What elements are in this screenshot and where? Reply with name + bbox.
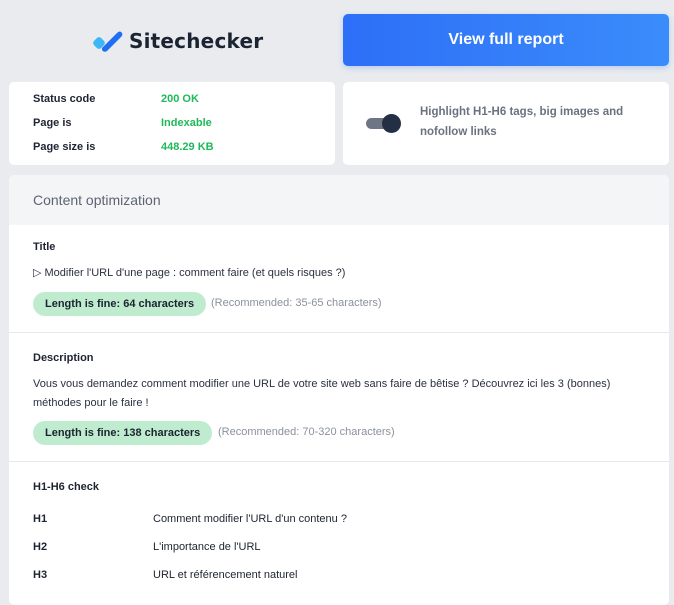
view-full-report-button[interactable]: View full report <box>343 14 669 66</box>
status-code-label: Status code <box>33 93 96 105</box>
heading-tag: H2 <box>33 541 48 553</box>
title-length-badge: Length is fine: 64 characters <box>33 292 207 316</box>
page-size-row: Page size is 448.29 KB <box>33 141 214 153</box>
indexable-value: Indexable <box>161 117 212 129</box>
description-length-badge: Length is fine: 138 characters <box>33 421 213 445</box>
sitechecker-logo-icon <box>93 31 123 52</box>
description-section-label: Description <box>33 352 94 364</box>
highlight-toggle[interactable] <box>366 114 402 133</box>
divider <box>9 461 669 462</box>
title-recommended: (Recommended: 35-65 characters) <box>211 297 382 309</box>
title-text: ▷ Modifier l'URL d'une page : comment fa… <box>33 267 346 279</box>
heading-row: H1 Comment modifier l'URL d'un contenu ? <box>33 513 347 525</box>
brand-name: Sitechecker <box>129 29 264 53</box>
heading-text: URL et référencement naturel <box>153 569 298 581</box>
heading-tag: H1 <box>33 513 48 525</box>
description-recommended: (Recommended: 70-320 characters) <box>218 426 395 438</box>
highlight-card: Highlight H1-H6 tags, big images and nof… <box>343 82 669 165</box>
highlight-toggle-label: Highlight H1-H6 tags, big images and nof… <box>420 106 624 138</box>
toggle-knob <box>382 114 401 133</box>
divider <box>9 332 669 333</box>
heading-text: Comment modifier l'URL d'un contenu ? <box>153 513 347 525</box>
heading-text: L'importance de l'URL <box>153 541 261 553</box>
page-size-value: 448.29 KB <box>161 141 214 153</box>
heading-tag: H3 <box>33 569 48 581</box>
content-optimization-card: Content optimization Title ▷ Modifier l'… <box>9 175 669 605</box>
page-size-label: Page size is <box>33 141 96 153</box>
status-card: Status code 200 OK Page is Indexable Page … <box>9 82 335 165</box>
content-optimization-heading: Content optimization <box>9 175 669 225</box>
indexable-row: Page is Indexable <box>33 117 212 129</box>
sitechecker-logo[interactable]: Sitechecker <box>93 26 263 56</box>
status-code-value: 200 OK <box>161 93 199 105</box>
heading-row: H2 L'importance de l'URL <box>33 541 261 553</box>
status-code-row: Status code 200 OK <box>33 93 199 105</box>
headings-check-label: H1-H6 check <box>33 481 100 493</box>
page-is-label: Page is <box>33 117 72 129</box>
heading-row: H3 URL et référencement naturel <box>33 569 298 581</box>
description-text: Vous vous demandez comment modifier une … <box>33 378 611 409</box>
title-section-label: Title <box>33 241 56 253</box>
